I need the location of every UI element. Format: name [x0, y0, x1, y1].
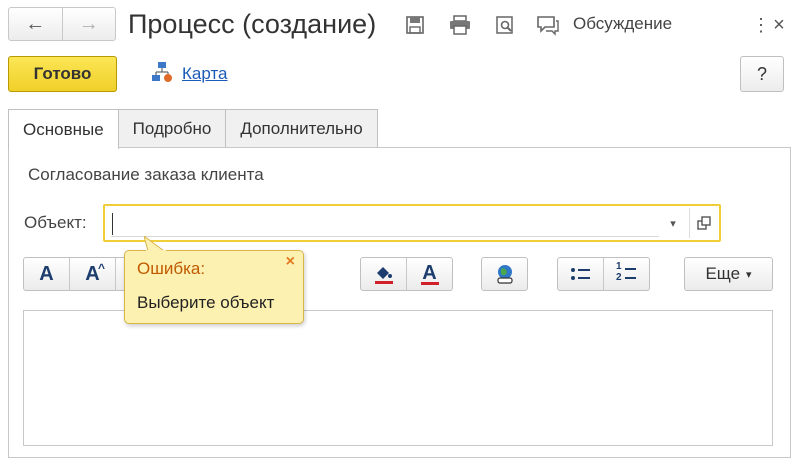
- insert-link-button[interactable]: [482, 258, 527, 290]
- process-map-icon: [152, 61, 174, 88]
- print-icon[interactable]: [447, 12, 473, 38]
- color-group: A: [360, 257, 453, 291]
- bullet-list-button[interactable]: [558, 258, 604, 290]
- open-window-icon: [697, 216, 711, 230]
- tab-details[interactable]: Подробно: [117, 109, 227, 148]
- forward-button[interactable]: →: [63, 8, 116, 40]
- object-input[interactable]: [111, 212, 659, 237]
- process-subject: Согласование заказа клиента: [28, 165, 264, 184]
- object-field: ▾: [103, 204, 721, 242]
- error-message: Выберите объект: [137, 293, 275, 312]
- more-vertical-icon[interactable]: ⋮: [752, 11, 770, 39]
- ready-button[interactable]: Готово: [8, 56, 117, 92]
- fill-color-icon: [374, 267, 393, 284]
- tab-bar: Основные Подробно Дополнительно: [8, 109, 378, 149]
- map-link[interactable]: Карта: [152, 61, 228, 88]
- close-icon[interactable]: ×: [768, 11, 790, 39]
- tab-main[interactable]: Основные: [8, 109, 119, 149]
- window-title: Процесс (создание): [128, 9, 377, 39]
- text-caret: [112, 213, 113, 235]
- chevron-down-icon: ▾: [670, 217, 676, 230]
- bullet-list-icon: [570, 268, 590, 280]
- discussion-icon[interactable]: [535, 12, 561, 38]
- object-dropdown-button[interactable]: ▾: [657, 208, 690, 238]
- list-group: 1 2: [557, 257, 650, 291]
- font-color-a-icon: A: [422, 261, 437, 284]
- map-link-label: Карта: [182, 64, 228, 83]
- object-open-button[interactable]: [690, 208, 718, 238]
- error-title: Ошибка:: [137, 259, 206, 278]
- description-editor[interactable]: [23, 310, 773, 446]
- font-color-button[interactable]: A: [407, 258, 452, 290]
- background-color-button[interactable]: [361, 258, 407, 290]
- object-field-label: Объект:: [24, 213, 87, 232]
- error-tooltip: Ошибка: × Выберите объект: [124, 250, 304, 324]
- globe-link-icon: [496, 265, 513, 284]
- help-button[interactable]: ?: [740, 56, 784, 92]
- navigation-buttons: ← →: [8, 7, 116, 41]
- arrow-right-icon: →: [78, 12, 99, 35]
- discussion-button-label[interactable]: Обсуждение: [573, 14, 672, 34]
- tooltip-close-icon[interactable]: ×: [286, 253, 295, 271]
- numbered-list-button[interactable]: 1 2: [604, 258, 649, 290]
- arrow-left-icon: ←: [25, 12, 46, 35]
- chevron-down-icon: ▾: [746, 268, 752, 281]
- more-button[interactable]: Еще ▾: [684, 257, 773, 291]
- tab-additional[interactable]: Дополнительно: [225, 109, 378, 148]
- back-button[interactable]: ←: [9, 8, 63, 40]
- font-bold-button[interactable]: A: [24, 258, 70, 290]
- link-group: [481, 257, 528, 291]
- font-grow-button[interactable]: A ^: [70, 258, 116, 290]
- preview-icon[interactable]: [492, 12, 518, 38]
- save-icon[interactable]: [402, 12, 428, 38]
